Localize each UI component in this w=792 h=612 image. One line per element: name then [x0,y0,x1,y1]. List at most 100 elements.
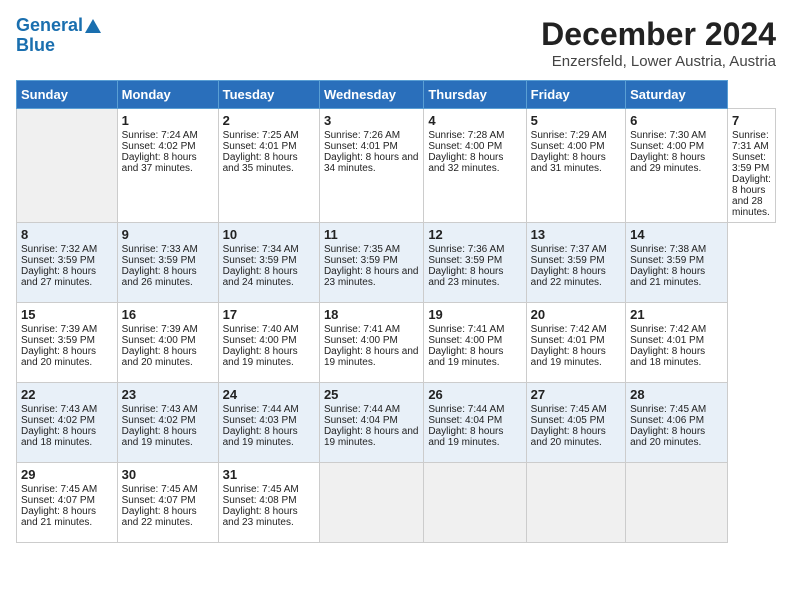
day-number: 30 [122,467,214,482]
calendar-table: SundayMondayTuesdayWednesdayThursdayFrid… [16,80,776,543]
sunrise: Sunrise: 7:43 AM [122,404,198,415]
day-number: 16 [122,307,214,322]
sunset: Sunset: 3:59 PM [21,335,95,346]
sunrise: Sunrise: 7:30 AM [630,130,706,141]
calendar-cell: 9 Sunrise: 7:33 AM Sunset: 3:59 PM Dayli… [117,223,218,303]
calendar-cell: 28 Sunrise: 7:45 AM Sunset: 4:06 PM Dayl… [626,383,728,463]
calendar-cell: 6 Sunrise: 7:30 AM Sunset: 4:00 PM Dayli… [626,109,728,223]
daylight: Daylight: 8 hours and 31 minutes. [531,152,606,174]
day-number: 4 [428,113,521,128]
calendar-week-4: 22 Sunrise: 7:43 AM Sunset: 4:02 PM Dayl… [17,383,776,463]
daylight: Daylight: 8 hours and 20 minutes. [630,426,705,448]
sunset: Sunset: 3:59 PM [630,255,704,266]
calendar-cell: 21 Sunrise: 7:42 AM Sunset: 4:01 PM Dayl… [626,303,728,383]
sunrise: Sunrise: 7:32 AM [21,244,97,255]
daylight: Daylight: 8 hours and 24 minutes. [223,266,298,288]
sunrise: Sunrise: 7:33 AM [122,244,198,255]
sunset: Sunset: 4:08 PM [223,495,297,506]
daylight: Daylight: 8 hours and 20 minutes. [531,426,606,448]
calendar-cell: 18 Sunrise: 7:41 AM Sunset: 4:00 PM Dayl… [319,303,423,383]
calendar-cell: 3 Sunrise: 7:26 AM Sunset: 4:01 PM Dayli… [319,109,423,223]
sunrise: Sunrise: 7:39 AM [21,324,97,335]
header-day-wednesday: Wednesday [319,81,423,109]
calendar-cell: 19 Sunrise: 7:41 AM Sunset: 4:00 PM Dayl… [424,303,526,383]
sunrise: Sunrise: 7:40 AM [223,324,299,335]
calendar-cell: 8 Sunrise: 7:32 AM Sunset: 3:59 PM Dayli… [17,223,118,303]
sunrise: Sunrise: 7:45 AM [223,484,299,495]
title-area: December 2024 Enzersfeld, Lower Austria,… [541,16,776,70]
day-number: 29 [21,467,113,482]
calendar-cell: 25 Sunrise: 7:44 AM Sunset: 4:04 PM Dayl… [319,383,423,463]
day-number: 12 [428,227,521,242]
sunrise: Sunrise: 7:35 AM [324,244,400,255]
calendar-cell: 22 Sunrise: 7:43 AM Sunset: 4:02 PM Dayl… [17,383,118,463]
sunset: Sunset: 3:59 PM [122,255,196,266]
sunrise: Sunrise: 7:44 AM [324,404,400,415]
daylight: Daylight: 8 hours and 28 minutes. [732,174,771,218]
day-number: 18 [324,307,419,322]
day-number: 7 [732,113,771,128]
sunrise: Sunrise: 7:41 AM [428,324,504,335]
calendar-week-5: 29 Sunrise: 7:45 AM Sunset: 4:07 PM Dayl… [17,463,776,543]
sunset: Sunset: 4:07 PM [122,495,196,506]
daylight: Daylight: 8 hours and 19 minutes. [324,346,419,368]
day-number: 8 [21,227,113,242]
calendar-week-3: 15 Sunrise: 7:39 AM Sunset: 3:59 PM Dayl… [17,303,776,383]
calendar-cell: 17 Sunrise: 7:40 AM Sunset: 4:00 PM Dayl… [218,303,319,383]
day-number: 10 [223,227,315,242]
day-number: 17 [223,307,315,322]
sunrise: Sunrise: 7:39 AM [122,324,198,335]
sunset: Sunset: 4:00 PM [223,335,297,346]
sunrise: Sunrise: 7:37 AM [531,244,607,255]
day-number: 26 [428,387,521,402]
sunset: Sunset: 3:59 PM [223,255,297,266]
sunrise: Sunrise: 7:45 AM [21,484,97,495]
daylight: Daylight: 8 hours and 21 minutes. [630,266,705,288]
day-number: 21 [630,307,723,322]
daylight: Daylight: 8 hours and 23 minutes. [324,266,419,288]
daylight: Daylight: 8 hours and 32 minutes. [428,152,503,174]
calendar-cell [319,463,423,543]
sunset: Sunset: 4:00 PM [428,335,502,346]
sunset: Sunset: 4:02 PM [122,141,196,152]
day-number: 24 [223,387,315,402]
sunset: Sunset: 4:00 PM [122,335,196,346]
sunset: Sunset: 4:02 PM [122,415,196,426]
logo-text-blue: Blue [16,36,101,56]
daylight: Daylight: 8 hours and 18 minutes. [21,426,96,448]
sunrise: Sunrise: 7:42 AM [630,324,706,335]
daylight: Daylight: 8 hours and 34 minutes. [324,152,419,174]
daylight: Daylight: 8 hours and 19 minutes. [428,346,503,368]
sunrise: Sunrise: 7:38 AM [630,244,706,255]
calendar-cell: 13 Sunrise: 7:37 AM Sunset: 3:59 PM Dayl… [526,223,625,303]
day-number: 5 [531,113,621,128]
daylight: Daylight: 8 hours and 27 minutes. [21,266,96,288]
day-number: 20 [531,307,621,322]
calendar-week-2: 8 Sunrise: 7:32 AM Sunset: 3:59 PM Dayli… [17,223,776,303]
calendar-cell: 12 Sunrise: 7:36 AM Sunset: 3:59 PM Dayl… [424,223,526,303]
day-number: 27 [531,387,621,402]
day-number: 22 [21,387,113,402]
sunset: Sunset: 4:01 PM [324,141,398,152]
day-number: 11 [324,227,419,242]
daylight: Daylight: 8 hours and 23 minutes. [223,506,298,528]
sunrise: Sunrise: 7:41 AM [324,324,400,335]
daylight: Daylight: 8 hours and 22 minutes. [122,506,197,528]
sunset: Sunset: 4:05 PM [531,415,605,426]
daylight: Daylight: 8 hours and 22 minutes. [531,266,606,288]
sunset: Sunset: 4:01 PM [223,141,297,152]
sunset: Sunset: 4:00 PM [428,141,502,152]
calendar-cell: 16 Sunrise: 7:39 AM Sunset: 4:00 PM Dayl… [117,303,218,383]
day-number: 14 [630,227,723,242]
calendar-cell: 2 Sunrise: 7:25 AM Sunset: 4:01 PM Dayli… [218,109,319,223]
daylight: Daylight: 8 hours and 19 minutes. [223,426,298,448]
daylight: Daylight: 8 hours and 18 minutes. [630,346,705,368]
calendar-cell: 1 Sunrise: 7:24 AM Sunset: 4:02 PM Dayli… [117,109,218,223]
sunset: Sunset: 3:59 PM [732,152,769,174]
page-title: December 2024 [541,16,776,53]
sunrise: Sunrise: 7:24 AM [122,130,198,141]
sunset: Sunset: 4:01 PM [630,335,704,346]
daylight: Daylight: 8 hours and 19 minutes. [223,346,298,368]
day-number: 28 [630,387,723,402]
sunset: Sunset: 4:07 PM [21,495,95,506]
